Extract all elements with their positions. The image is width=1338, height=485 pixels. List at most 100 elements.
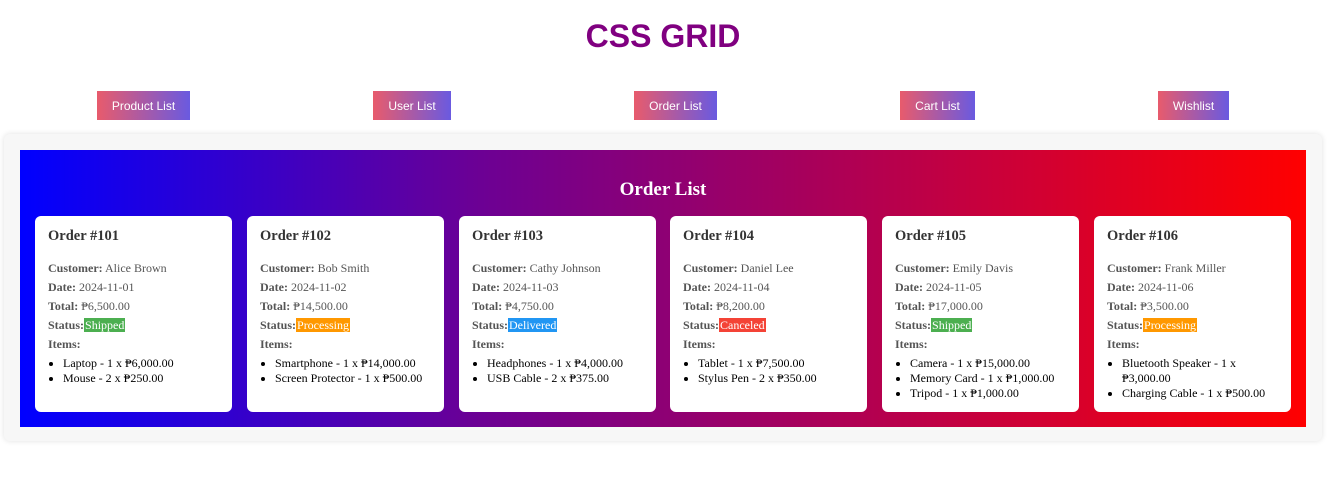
customer-value: Daniel Lee xyxy=(740,261,794,275)
order-card: Order #101 Customer: Alice Brown Date: 2… xyxy=(35,216,232,412)
order-item: Laptop - 1 x ₱6,000.00 xyxy=(63,356,219,371)
order-title: Order #105 xyxy=(895,228,967,244)
customer-label: Customer: xyxy=(1107,261,1162,275)
total-value: ₱3,500.00 xyxy=(1140,299,1189,313)
order-status: Status:Canceled xyxy=(683,316,854,335)
customer-value: Bob Smith xyxy=(317,261,370,275)
status-badge: Processing xyxy=(296,318,351,332)
order-card: Order #103 Customer: Cathy Johnson Date:… xyxy=(459,216,656,412)
date-value: 2024-11-01 xyxy=(78,280,135,294)
status-label: Status: xyxy=(48,318,85,332)
customer-value: Cathy Johnson xyxy=(529,261,601,275)
order-status: Status:Delivered xyxy=(472,316,643,335)
date-label: Date: xyxy=(472,280,500,294)
order-total: Total: ₱8,200.00 xyxy=(683,297,854,316)
order-items-list: Bluetooth Speaker - 1 x ₱3,000.00Chargin… xyxy=(1107,356,1278,401)
total-label: Total: xyxy=(260,299,291,313)
order-items-label: Items: xyxy=(895,335,1066,354)
order-card: Order #104 Customer: Daniel Lee Date: 20… xyxy=(670,216,867,412)
order-items-label: Items: xyxy=(260,335,431,354)
order-item: Tablet - 1 x ₱7,500.00 xyxy=(698,356,854,371)
date-value: 2024-11-03 xyxy=(502,280,559,294)
total-value: ₱14,500.00 xyxy=(293,299,348,313)
date-label: Date: xyxy=(260,280,288,294)
order-item: Charging Cable - 1 x ₱500.00 xyxy=(1122,386,1278,401)
order-item: Screen Protector - 1 x ₱500.00 xyxy=(275,371,431,386)
items-label: Items: xyxy=(895,337,928,351)
date-label: Date: xyxy=(683,280,711,294)
order-item: Mouse - 2 x ₱250.00 xyxy=(63,371,219,386)
order-title: Order #103 xyxy=(472,228,544,244)
total-label: Total: xyxy=(683,299,714,313)
customer-label: Customer: xyxy=(895,261,950,275)
order-item: Headphones - 1 x ₱4,000.00 xyxy=(487,356,643,371)
status-label: Status: xyxy=(683,318,720,332)
order-card: Order #102 Customer: Bob Smith Date: 202… xyxy=(247,216,444,412)
customer-value: Frank Miller xyxy=(1164,261,1226,275)
date-value: 2024-11-05 xyxy=(925,280,982,294)
total-label: Total: xyxy=(48,299,79,313)
order-items-label: Items: xyxy=(1107,335,1278,354)
customer-value: Emily Davis xyxy=(952,261,1013,275)
status-label: Status: xyxy=(895,318,932,332)
order-title: Order #106 xyxy=(1107,228,1179,244)
order-customer: Customer: Alice Brown xyxy=(48,259,219,278)
items-label: Items: xyxy=(1107,337,1140,351)
customer-value: Alice Brown xyxy=(105,261,167,275)
order-date: Date: 2024-11-05 xyxy=(895,278,1066,297)
date-value: 2024-11-04 xyxy=(713,280,770,294)
order-customer: Customer: Cathy Johnson xyxy=(472,259,643,278)
user-list-button[interactable]: User List xyxy=(373,91,451,120)
total-label: Total: xyxy=(1107,299,1138,313)
order-status: Status:Processing xyxy=(260,316,431,335)
order-date: Date: 2024-11-01 xyxy=(48,278,219,297)
order-items-list: Headphones - 1 x ₱4,000.00USB Cable - 2 … xyxy=(472,356,643,386)
page-title: CSS GRID xyxy=(585,18,741,54)
order-total: Total: ₱6,500.00 xyxy=(48,297,219,316)
status-label: Status: xyxy=(472,318,509,332)
order-card: Order #105 Customer: Emily Davis Date: 2… xyxy=(882,216,1079,412)
order-list-button[interactable]: Order List xyxy=(634,91,717,120)
order-items-list: Camera - 1 x ₱15,000.00Memory Card - 1 x… xyxy=(895,356,1066,401)
total-label: Total: xyxy=(472,299,503,313)
total-label: Total: xyxy=(895,299,926,313)
order-items-label: Items: xyxy=(683,335,854,354)
order-item: Tripod - 1 x ₱1,000.00 xyxy=(910,386,1066,401)
items-label: Items: xyxy=(683,337,716,351)
order-date: Date: 2024-11-02 xyxy=(260,278,431,297)
total-value: ₱4,750.00 xyxy=(505,299,554,313)
order-items-list: Laptop - 1 x ₱6,000.00Mouse - 2 x ₱250.0… xyxy=(48,356,219,386)
order-title: Order #104 xyxy=(683,228,755,244)
status-badge: Shipped xyxy=(84,318,126,332)
order-date: Date: 2024-11-04 xyxy=(683,278,854,297)
items-label: Items: xyxy=(48,337,81,351)
section-title: Order List xyxy=(619,179,707,200)
date-value: 2024-11-02 xyxy=(290,280,347,294)
order-card: Order #106 Customer: Frank Miller Date: … xyxy=(1094,216,1291,412)
order-total: Total: ₱4,750.00 xyxy=(472,297,643,316)
total-value: ₱8,200.00 xyxy=(716,299,765,313)
customer-label: Customer: xyxy=(683,261,738,275)
order-item: Smartphone - 1 x ₱14,000.00 xyxy=(275,356,431,371)
total-value: ₱6,500.00 xyxy=(81,299,130,313)
wishlist-button[interactable]: Wishlist xyxy=(1158,91,1229,120)
customer-label: Customer: xyxy=(260,261,315,275)
order-customer: Customer: Frank Miller xyxy=(1107,259,1278,278)
product-list-button[interactable]: Product List xyxy=(97,91,190,120)
cart-list-button[interactable]: Cart List xyxy=(900,91,975,120)
date-label: Date: xyxy=(1107,280,1135,294)
status-badge: Canceled xyxy=(719,318,766,332)
order-item: USB Cable - 2 x ₱375.00 xyxy=(487,371,643,386)
status-badge: Shipped xyxy=(931,318,973,332)
order-date: Date: 2024-11-03 xyxy=(472,278,643,297)
order-items-label: Items: xyxy=(48,335,219,354)
order-total: Total: ₱17,000.00 xyxy=(895,297,1066,316)
order-status: Status:Shipped xyxy=(895,316,1066,335)
items-label: Items: xyxy=(260,337,293,351)
date-value: 2024-11-06 xyxy=(1137,280,1194,294)
status-badge: Delivered xyxy=(508,318,558,332)
order-item: Memory Card - 1 x ₱1,000.00 xyxy=(910,371,1066,386)
order-customer: Customer: Daniel Lee xyxy=(683,259,854,278)
status-label: Status: xyxy=(1107,318,1144,332)
total-value: ₱17,000.00 xyxy=(928,299,983,313)
